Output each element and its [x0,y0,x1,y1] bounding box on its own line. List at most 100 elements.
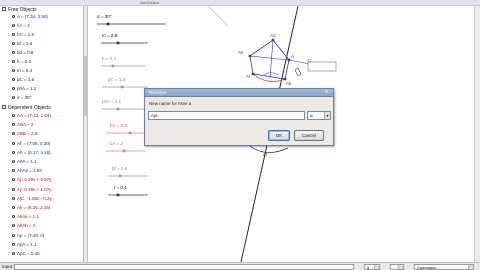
symbol-select[interactable]: α ▾ [307,111,331,120]
algebra-item[interactable]: Aj': 0.39x + 1.07y [12,187,52,192]
algebra-item[interactable]: AhAp = 1.54 [12,168,42,173]
visibility-toggle-icon[interactable] [12,60,15,63]
collapse-icon[interactable] [2,7,6,11]
algebra-item[interactable]: bd = 0.8 [12,50,33,55]
algebra-item[interactable]: Ak = (6.26, 2.16) [12,205,50,210]
slider-handle[interactable] [116,41,120,45]
chevron-down-icon[interactable] [398,265,403,269]
visibility-toggle-icon[interactable] [12,114,15,117]
slider-handle[interactable] [116,107,120,111]
algebra-item[interactable]: ApA = 1.1 [12,242,37,247]
algebra-item[interactable]: ABA = 2 [12,122,33,127]
algebra-item[interactable]: A = (7.34, 3.50) [12,14,48,19]
algebra-item[interactable]: bA = 2 [12,23,30,28]
visibility-toggle-icon[interactable] [12,242,15,246]
algebra-item[interactable]: phA = 1.1 [12,86,36,91]
algebra-item[interactable]: Af' = (7.08, 0.30) [12,141,50,146]
algebra-item[interactable]: bC = 2.6 [12,32,34,37]
chevron-down-icon[interactable]: ▾ [324,112,330,119]
visibility-toggle-icon[interactable] [12,233,15,237]
visibility-toggle-icon[interactable] [12,141,15,145]
algebra-item[interactable]: ApC = 0.45 [12,251,40,256]
segment[interactable] [269,39,274,79]
algebra-item[interactable]: AA = (7.43, 1.64) [12,113,51,118]
dialog-title-bar[interactable]: Rename ✕ [145,89,333,97]
slider-handle[interactable] [111,64,115,68]
algebra-item-text: AjC: -1.08x - 0.2y [17,195,52,201]
slider-label: t = 0.4 [114,185,127,190]
visibility-toggle-icon[interactable] [12,96,15,99]
visibility-toggle-icon[interactable] [12,123,15,127]
visibility-toggle-icon[interactable] [12,160,15,163]
algebra-view[interactable]: Free Objects A = (7.34, 3.50) bA = 2 bC = … [0,6,84,262]
free-objects-header[interactable]: Free Objects [2,7,37,13]
cancel-button[interactable]: Cancel [294,130,324,141]
new-name-input[interactable]: Aja [148,111,305,120]
close-icon[interactable]: ✕ [323,90,330,95]
arc[interactable] [249,145,289,153]
label-box[interactable] [307,61,337,72]
visibility-toggle-icon[interactable] [12,24,15,27]
visibility-toggle-icon[interactable] [12,15,15,18]
slider-label: phA = 1.1 [102,99,121,104]
visibility-toggle-icon[interactable] [12,224,15,228]
slider-handle[interactable] [122,149,126,153]
slider-label: h = 0.4 [102,56,116,61]
slider-handle[interactable] [120,85,124,89]
visibility-toggle-icon[interactable] [12,215,15,219]
visibility-toggle-icon[interactable] [12,150,15,154]
grey-line[interactable] [207,6,229,27]
visibility-toggle-icon[interactable] [12,196,15,200]
slider-handle[interactable] [118,174,122,178]
visibility-toggle-icon[interactable] [12,178,15,182]
visibility-toggle-icon[interactable] [12,206,15,209]
segment[interactable] [249,55,290,61]
collapse-icon[interactable] [2,105,6,109]
point[interactable] [248,54,252,58]
rename-dialog[interactable]: Rename ✕ New name for Ktee a Aja α ▾ OK … [144,88,334,146]
chevron-down-icon[interactable] [468,265,473,269]
algebra-item[interactable]: AkAh = 2 [12,223,35,228]
algebra-item[interactable]: pC = 1.6 [12,77,34,82]
visibility-toggle-icon[interactable] [12,187,15,191]
algebra-item[interactable]: AhA = 1.1 [12,159,37,164]
visibility-toggle-icon[interactable] [12,69,15,72]
algebra-item[interactable]: ABB = 2.6 [12,131,37,136]
point[interactable] [271,38,275,42]
algebra-item-text: bd = 0.8 [17,50,34,55]
visibility-toggle-icon[interactable] [12,51,15,54]
ok-button[interactable]: OK [268,130,290,141]
algebra-item[interactable]: Ap = (7.48, 0) [12,233,44,238]
dependent-objects-header[interactable]: Dependent Objects [2,105,51,111]
slider-label: bf = 1.5 [112,166,127,171]
slider-handle[interactable] [106,22,110,26]
visibility-toggle-icon[interactable] [12,132,15,136]
algebra-item[interactable]: AkAk = 1.1 [12,214,39,219]
point[interactable] [287,58,291,62]
algebra-item[interactable]: bf = 1.6 [12,41,32,46]
algebra-item[interactable]: h = 0.4 [12,59,31,64]
visibility-toggle-icon[interactable] [12,33,15,36]
slider-handle[interactable] [116,193,120,197]
algebra-item[interactable]: Aj': 0.39x + 0.97y [12,177,52,182]
algebra-item[interactable]: AjC: -1.08x - 0.2y [12,196,52,201]
visibility-toggle-icon[interactable] [12,42,15,45]
graphics-scrollbar[interactable] [474,6,480,262]
chevron-down-icon[interactable] [374,265,379,269]
input-field[interactable] [14,264,354,270]
slider-handle[interactable] [128,131,132,135]
algebra-item[interactable]: α = 30° [12,95,32,100]
symbol-combo[interactable]: α [364,264,380,270]
point[interactable] [283,77,287,81]
visibility-toggle-icon[interactable] [12,87,15,90]
point[interactable] [251,72,255,76]
visibility-toggle-icon[interactable] [12,252,15,255]
algebra-item[interactable]: m = 0.4 [12,68,32,73]
command-combo[interactable]: Command... [414,264,474,270]
visibility-toggle-icon[interactable] [12,169,15,173]
symbol-combo-2[interactable] [390,264,404,270]
algebra-item[interactable]: Ah = (6.17, 4.16) [12,150,51,155]
visibility-toggle-icon[interactable] [12,78,15,81]
algebra-item-text: A = (7.34, 3.50) [17,14,48,19]
slider-label-text: pC = 1.6 [108,77,126,82]
